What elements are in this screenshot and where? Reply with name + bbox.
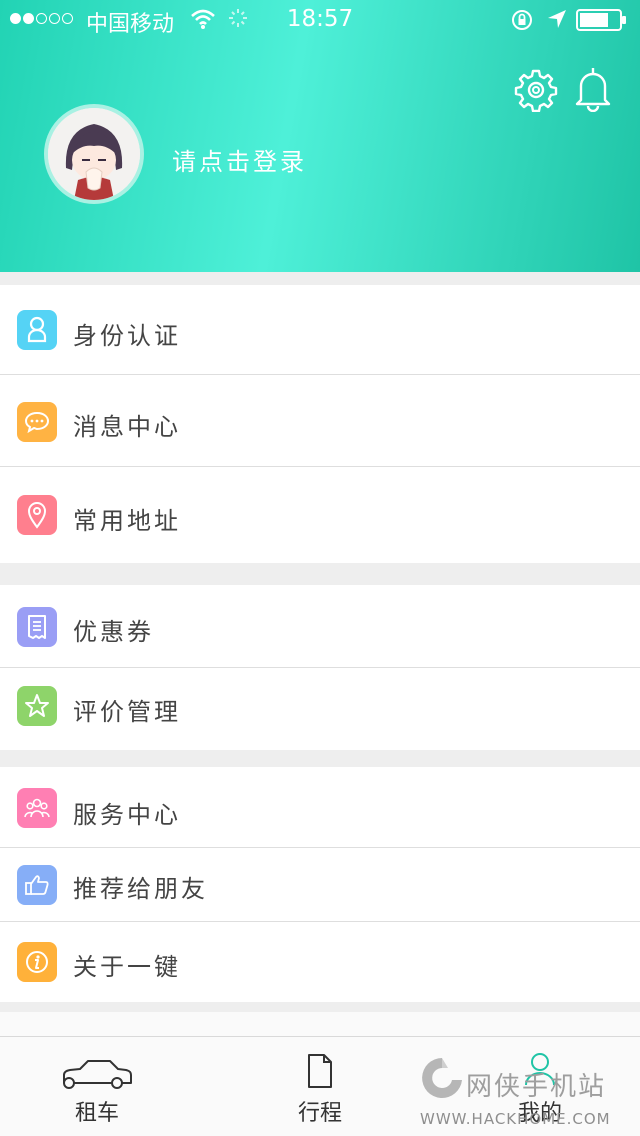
info-icon [17, 942, 57, 982]
menu-label: 服务中心 [73, 801, 181, 829]
id-card-icon [17, 310, 57, 350]
watermark-url: WWW.HACKHOME.COM [420, 1110, 611, 1128]
menu-item-identity[interactable]: 身份认证 [0, 285, 640, 375]
menu-item-about[interactable]: 关于一键 [0, 922, 640, 1002]
menu-item-coupons[interactable]: 优惠券 [0, 585, 640, 668]
document-icon [308, 1054, 332, 1088]
watermark: 网侠手机站 WWW.HACKHOME.COM [416, 1048, 640, 1136]
menu-label: 评价管理 [73, 698, 181, 726]
menu-group-support: 服务中心 推荐给朋友 关于一键 [0, 767, 640, 1002]
avatar[interactable] [44, 104, 144, 204]
thumbs-up-icon [17, 865, 57, 905]
tab-rent-car[interactable]: 租车 [17, 1037, 177, 1136]
location-arrow-icon [548, 10, 566, 28]
watermark-text: 网侠手机站 [466, 1072, 607, 1102]
menu-item-addresses[interactable]: 常用地址 [0, 467, 640, 563]
profile-header: 中国移动 18:57 请点击登录 [0, 0, 640, 272]
menu-label: 优惠券 [73, 618, 154, 646]
avatar-image [48, 108, 140, 200]
star-icon [17, 686, 57, 726]
menu-group-rewards: 优惠券 评价管理 [0, 585, 640, 750]
watermark-logo-icon [422, 1058, 462, 1098]
menu-item-service-center[interactable]: 服务中心 [0, 767, 640, 848]
battery-icon [576, 9, 626, 31]
menu-label: 推荐给朋友 [73, 875, 208, 903]
menu-item-reviews[interactable]: 评价管理 [0, 668, 640, 750]
bell-icon[interactable] [573, 66, 613, 112]
menu-item-recommend[interactable]: 推荐给朋友 [0, 848, 640, 922]
menu-label: 身份认证 [73, 322, 181, 350]
menu-label: 关于一键 [73, 953, 181, 981]
coupon-icon [17, 607, 57, 647]
tab-trips[interactable]: 行程 [240, 1037, 400, 1136]
menu-label: 常用地址 [73, 507, 181, 535]
login-prompt[interactable]: 请点击登录 [172, 142, 307, 177]
menu-item-messages[interactable]: 消息中心 [0, 375, 640, 467]
menu-group-account: 身份认证 消息中心 常用地址 [0, 285, 640, 563]
car-icon [63, 1060, 132, 1089]
gear-icon[interactable] [514, 68, 558, 112]
spacer [0, 1012, 640, 1036]
location-pin-icon [17, 495, 57, 535]
status-bar: 中国移动 18:57 [0, 0, 640, 40]
tab-label: 租车 [74, 1101, 119, 1126]
tab-label: 行程 [297, 1101, 342, 1126]
group-icon [17, 788, 57, 828]
clock: 18:57 [286, 6, 354, 32]
menu-label: 消息中心 [73, 413, 181, 441]
message-icon [17, 402, 57, 442]
rotation-lock-icon [512, 10, 532, 30]
